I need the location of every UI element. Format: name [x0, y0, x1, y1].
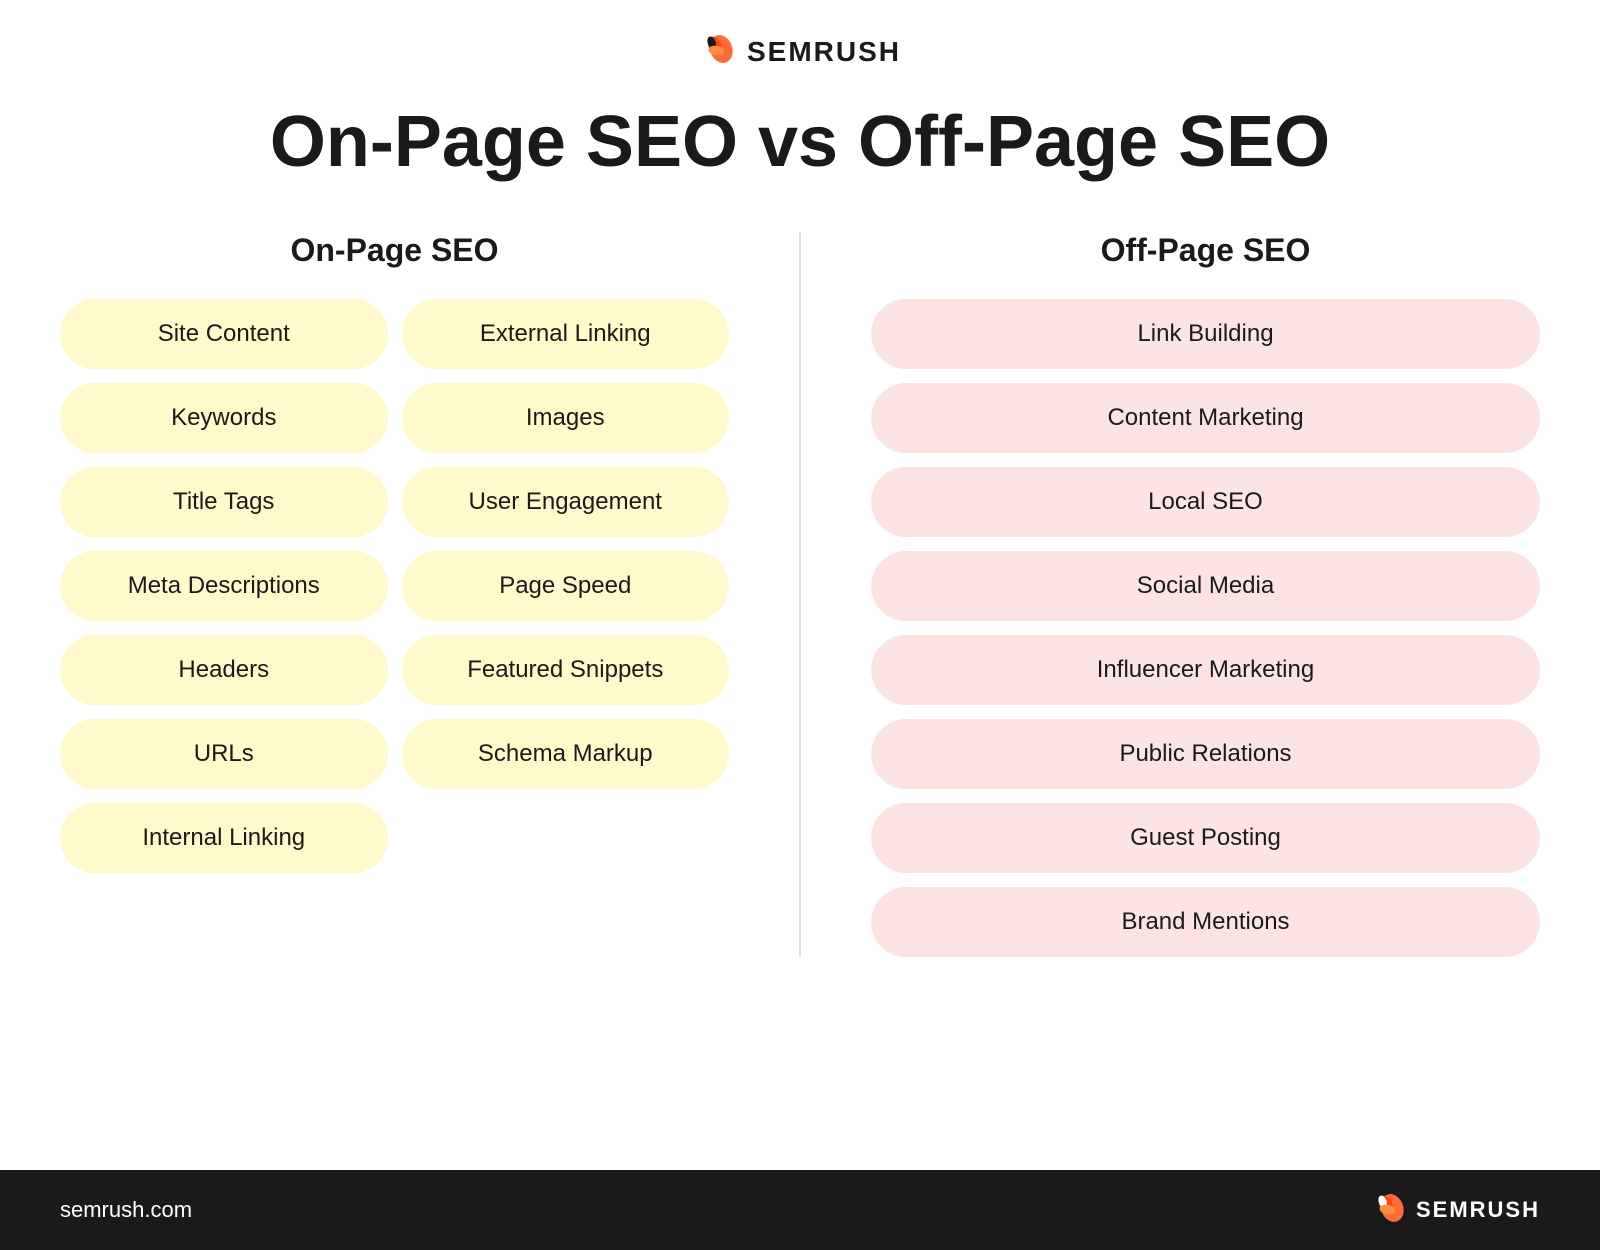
footer-semrush-icon [1370, 1189, 1408, 1232]
list-item: Social Media [871, 551, 1540, 621]
offpage-column-title: Off-Page SEO [1101, 232, 1311, 269]
list-item: Featured Snippets [402, 635, 730, 705]
main-content: SEMRUSH On-Page SEO vs Off-Page SEO On-P… [0, 0, 1600, 1170]
columns-wrapper: On-Page SEO Site Content External Linkin… [60, 232, 1540, 957]
onpage-column-title: On-Page SEO [290, 232, 498, 269]
list-item: Internal Linking [60, 803, 388, 873]
list-item: Page Speed [402, 551, 730, 621]
column-divider [799, 232, 801, 957]
header-logo-text: SEMRUSH [747, 36, 901, 68]
list-item: Site Content [60, 299, 388, 369]
list-item: Title Tags [60, 467, 388, 537]
offpage-list: Link Building Content Marketing Local SE… [871, 299, 1540, 957]
list-item: External Linking [402, 299, 730, 369]
footer-logo: SEMRUSH [1370, 1189, 1540, 1232]
list-item: Link Building [871, 299, 1540, 369]
list-item: Brand Mentions [871, 887, 1540, 957]
list-item: Meta Descriptions [60, 551, 388, 621]
list-item: Keywords [60, 383, 388, 453]
logo-area: SEMRUSH [699, 30, 901, 73]
list-item: URLs [60, 719, 388, 789]
semrush-logo-icon [699, 30, 737, 73]
onpage-grid: Site Content External Linking Keywords I… [60, 299, 729, 873]
list-item: User Engagement [402, 467, 730, 537]
onpage-column: On-Page SEO Site Content External Linkin… [60, 232, 729, 957]
list-item: Content Marketing [871, 383, 1540, 453]
footer-logo-text: SEMRUSH [1416, 1197, 1540, 1223]
list-item: Influencer Marketing [871, 635, 1540, 705]
list-item: Public Relations [871, 719, 1540, 789]
footer-url: semrush.com [60, 1197, 192, 1223]
list-item: Schema Markup [402, 719, 730, 789]
footer: semrush.com SEMRUSH [0, 1170, 1600, 1250]
page-title: On-Page SEO vs Off-Page SEO [270, 103, 1330, 182]
offpage-column: Off-Page SEO Link Building Content Marke… [871, 232, 1540, 957]
list-item: Guest Posting [871, 803, 1540, 873]
list-item: Images [402, 383, 730, 453]
list-item: Local SEO [871, 467, 1540, 537]
list-item: Headers [60, 635, 388, 705]
